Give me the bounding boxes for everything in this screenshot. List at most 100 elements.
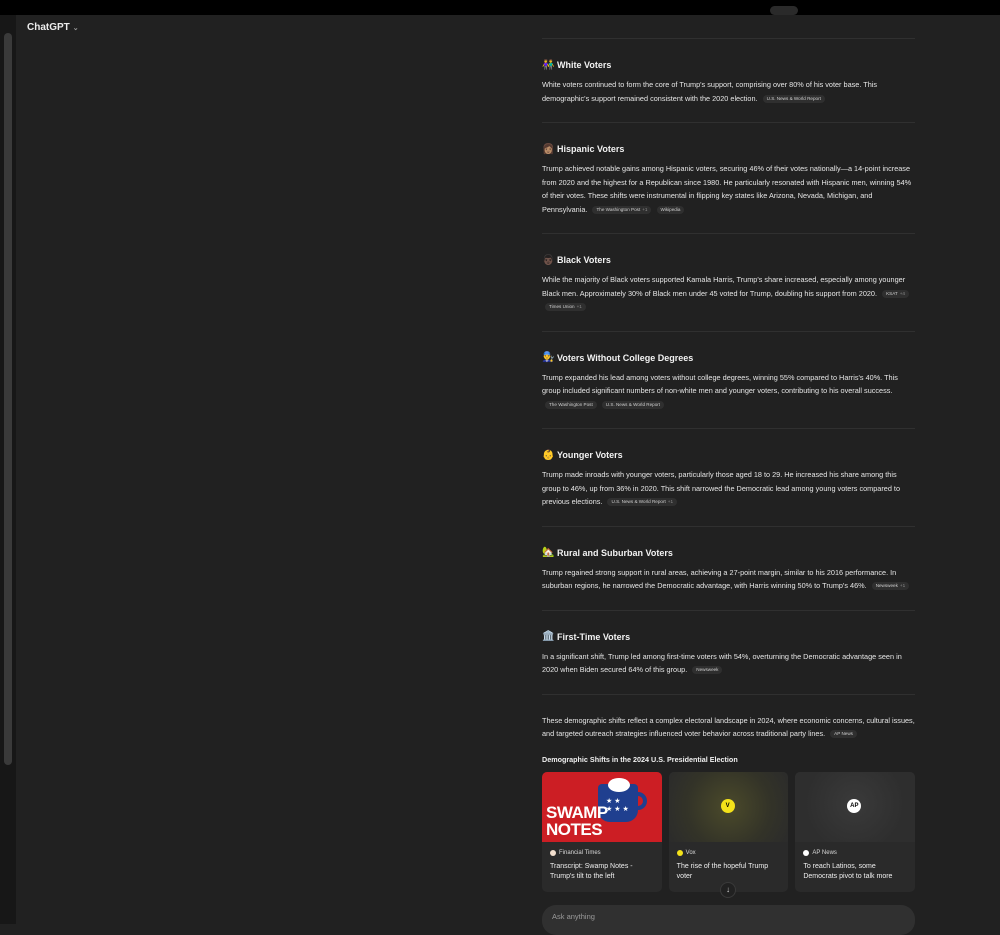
section-no-college-voters: 👨‍🔧 Voters Without College Degrees Trump…	[542, 332, 915, 412]
article-title: To reach Latinos, some Democrats pivot t…	[803, 862, 893, 880]
people-icon: 👫	[542, 59, 555, 71]
source-chip[interactable]: Newsweek	[692, 666, 723, 675]
source-chip[interactable]: The Washington Post	[545, 400, 597, 409]
article-source: Vox	[676, 849, 696, 856]
source-chip[interactable]: U.S. News & World Report	[601, 400, 665, 409]
section-heading: 🏛️ First-Time Voters	[542, 631, 915, 643]
section-text: While the majority of Black voters suppo…	[542, 273, 915, 314]
source-chip-label: Newsweek	[696, 667, 719, 673]
vox-logo-icon: V	[720, 798, 735, 813]
article-title: The rise of the hopeful Trump voter	[676, 862, 769, 880]
section-paragraph: While the majority of Black voters suppo…	[542, 275, 906, 298]
conclusion-text: These demographic shifts reflect a compl…	[542, 714, 915, 741]
section-younger-voters: 👶 Younger Voters Trump made inroads with…	[542, 429, 915, 509]
source-chip-label: The Washington Post	[596, 206, 641, 212]
source-chip-count: +1	[899, 583, 906, 589]
top-pill	[770, 6, 798, 15]
thumbnail-text: SWAMP NOTES	[546, 802, 608, 839]
source-chip-label: Newsweek	[875, 583, 898, 589]
section-text: Trump achieved notable gains among Hispa…	[542, 162, 915, 216]
article-card[interactable]: ★ ★ ★ ★ ★ SWAMP NOTES Financial Times Tran…	[542, 771, 662, 892]
composer	[542, 905, 915, 935]
section-white-voters: 👫 White Voters White voters continued to…	[542, 39, 915, 105]
source-chip-label: Times Union	[549, 304, 575, 310]
woman-icon: 👩🏽	[542, 143, 555, 155]
article-title: Transcript: Swamp Notes - Trump's tilt t…	[550, 862, 633, 880]
assistant-response: 👫 White Voters White voters continued to…	[542, 15, 916, 892]
section-text: In a significant shift, Trump led among …	[542, 650, 915, 677]
article-thumbnail: V	[668, 771, 789, 842]
article-source: Financial Times	[550, 849, 601, 856]
top-bar	[0, 0, 1000, 15]
worker-icon: 👨‍🔧	[542, 352, 555, 363]
section-title: Black Voters	[557, 255, 611, 265]
source-chip[interactable]: U.S. News & World Report +1	[607, 498, 678, 507]
source-chip-count: +4	[899, 290, 905, 296]
source-chip-label: U.S. News & World Report	[766, 95, 821, 101]
section-text: White voters continued to form the core …	[542, 78, 915, 105]
ap-logo-icon	[803, 849, 810, 856]
source-chip-count: +1	[576, 304, 582, 310]
section-paragraph: White voters continued to form the core …	[542, 80, 878, 103]
section-text: Trump expanded his lead among voters wit…	[542, 371, 915, 412]
section-heading: 👶 Younger Voters	[542, 449, 915, 461]
source-chip-label: KSAT	[886, 290, 898, 296]
arrow-down-icon[interactable]: ↓	[720, 882, 736, 898]
source-chip[interactable]: Times Union +1	[545, 303, 586, 312]
vox-logo-icon	[676, 849, 683, 856]
section-black-voters: 👨🏿 Black Voters While the majority of Bl…	[542, 234, 915, 314]
section-heading: 👩🏽 Hispanic Voters	[542, 143, 915, 155]
chevron-down-icon: ⌄	[72, 24, 79, 32]
article-source: AP News	[803, 849, 837, 856]
section-heading: 👫 White Voters	[542, 59, 915, 71]
section-hispanic-voters: 👩🏽 Hispanic Voters Trump achieved notabl…	[542, 123, 915, 216]
article-card[interactable]: AP AP News To reach Latinos, some Democr…	[795, 771, 916, 892]
source-chip[interactable]: AP News	[830, 730, 857, 739]
article-card[interactable]: V Vox The rise of the hopeful Trump vote…	[668, 771, 789, 892]
left-scroll-track	[0, 15, 16, 924]
house-icon: 🏡	[542, 547, 555, 558]
model-label: ChatGPT	[27, 22, 70, 33]
source-chip[interactable]: KSAT +4	[882, 289, 909, 298]
source-chip-label: Wikipedia	[660, 206, 681, 212]
divider	[542, 693, 915, 695]
section-title: Younger Voters	[557, 450, 623, 460]
section-title: First-Time Voters	[557, 631, 631, 642]
section-heading: 👨‍🔧 Voters Without College Degrees	[542, 352, 915, 364]
section-heading: 👨🏿 Black Voters	[542, 254, 915, 266]
source-chip-label: The Washington Post	[549, 401, 593, 407]
source-chip[interactable]: Wikipedia	[656, 205, 685, 214]
article-thumbnail: ★ ★ ★ ★ ★ SWAMP NOTES	[542, 771, 662, 842]
section-title: White Voters	[557, 60, 612, 70]
section-title: Rural and Suburban Voters	[557, 547, 673, 558]
source-chip-label: AP News	[834, 731, 853, 737]
section-paragraph: Trump expanded his lead among voters wit…	[542, 372, 898, 396]
section-heading: 🏡 Rural and Suburban Voters	[542, 547, 915, 559]
section-paragraph: Trump made inroads with younger voters, …	[542, 470, 901, 506]
section-title: Hispanic Voters	[557, 144, 625, 154]
prompt-input[interactable]	[552, 912, 852, 921]
source-chip-count: +1	[642, 206, 648, 212]
section-title: Voters Without College Degrees	[557, 352, 694, 363]
section-rural-suburban-voters: 🏡 Rural and Suburban Voters Trump regain…	[542, 527, 915, 593]
related-articles-title: Demographic Shifts in the 2024 U.S. Pres…	[542, 754, 738, 764]
source-chip[interactable]: U.S. News & World Report	[762, 94, 825, 103]
section-text: Trump regained strong support in rural a…	[542, 566, 915, 593]
classical-building-icon: 🏛️	[542, 631, 555, 642]
source-chip[interactable]: Newsweek +1	[871, 582, 910, 591]
model-selector[interactable]: ChatGPT ⌄	[27, 22, 79, 33]
conclusion-paragraph: These demographic shifts reflect a compl…	[542, 715, 915, 739]
section-text: Trump made inroads with younger voters, …	[542, 468, 915, 509]
article-thumbnail: AP	[795, 771, 916, 842]
source-chip-count: +1	[667, 499, 674, 505]
source-chip[interactable]: The Washington Post +1	[592, 205, 652, 214]
baby-icon: 👶	[542, 449, 555, 461]
section-paragraph: Trump regained strong support in rural a…	[542, 567, 897, 591]
scrollbar-thumb[interactable]	[4, 33, 12, 765]
source-chip-label: U.S. News & World Report	[605, 401, 661, 407]
source-chip-label: U.S. News & World Report	[611, 499, 666, 505]
related-articles: ★ ★ ★ ★ ★ SWAMP NOTES Financial Times Tran…	[542, 771, 916, 892]
man-icon: 👨🏿	[542, 254, 555, 266]
ft-logo-icon	[550, 849, 556, 856]
section-first-time-voters: 🏛️ First-Time Voters In a significant sh…	[542, 611, 915, 677]
